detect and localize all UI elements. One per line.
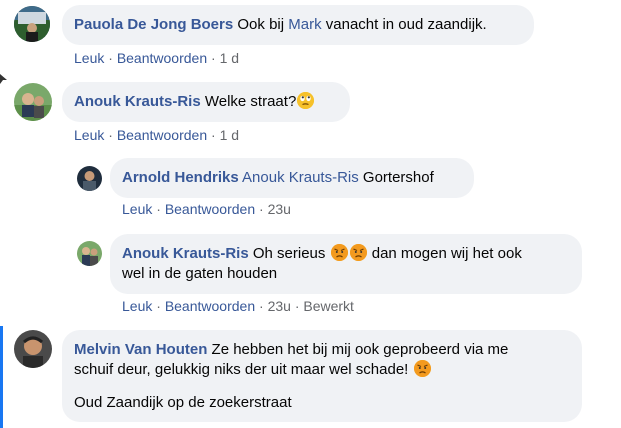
comment-author[interactable]: Anouk Krauts-Ris	[122, 245, 249, 262]
avatar[interactable]	[14, 6, 50, 42]
mention-link[interactable]: Anouk Krauts-Ris	[242, 169, 359, 186]
reply-link[interactable]: Beantwoorden	[117, 50, 207, 66]
angry-emoji	[413, 360, 431, 377]
reply-bubble: Arnold Hendriks Anouk Krauts-Ris Gorters…	[110, 158, 474, 198]
comment-actions: Leuk · Beantwoorden · 23u · Bewerkt	[122, 298, 354, 314]
reply-link[interactable]: Beantwoorden	[165, 298, 255, 314]
comment-author[interactable]: Anouk Krauts-Ris	[74, 93, 201, 110]
comment-timestamp[interactable]: 23u	[268, 298, 291, 314]
comment-actions: Leuk · Beantwoorden · 1 d	[74, 127, 240, 143]
comment-bubble: Melvin Van Houten Ze hebben het bij mij …	[62, 330, 582, 422]
reply-link[interactable]: Beantwoorden	[165, 201, 255, 217]
highlight-bar	[0, 326, 3, 428]
avatar[interactable]	[77, 241, 102, 266]
comment-actions: Leuk · Beantwoorden · 23u	[122, 201, 291, 217]
avatar[interactable]	[14, 83, 52, 121]
comment-timestamp[interactable]: 1 d	[220, 50, 239, 66]
avatar[interactable]	[14, 330, 52, 368]
like-link[interactable]: Leuk	[74, 127, 104, 143]
comment-timestamp[interactable]: 23u	[268, 201, 291, 217]
mention-link[interactable]: Mark	[288, 16, 321, 33]
edited-label[interactable]: Bewerkt	[303, 298, 354, 314]
angry-emoji	[349, 244, 367, 261]
reply-bubble: Anouk Krauts-Ris Oh serieus dan mogen wi…	[110, 234, 582, 294]
comment-text: Gortershof	[358, 169, 434, 186]
comment-paragraph: Oud Zaandijk op de zoekerstraat	[74, 394, 292, 411]
comment-author[interactable]: Arnold Hendriks	[122, 169, 239, 186]
comment-actions: Leuk · Beantwoorden · 1 d	[74, 50, 240, 66]
rolling-eyes-emoji	[297, 92, 315, 109]
comment-text: Ook bij Mark vanacht in oud zaandijk.	[237, 16, 487, 33]
avatar[interactable]	[77, 166, 102, 191]
reply-link[interactable]: Beantwoorden	[117, 127, 207, 143]
comment-author[interactable]: Melvin Van Houten	[74, 341, 207, 358]
angry-emoji	[330, 244, 348, 261]
like-link[interactable]: Leuk	[122, 201, 152, 217]
comment-author[interactable]: Pauola De Jong Boers	[74, 16, 233, 33]
like-link[interactable]: Leuk	[74, 50, 104, 66]
comment-text: Welke straat?	[204, 93, 297, 110]
like-link[interactable]: Leuk	[122, 298, 152, 314]
comment-bubble: Pauola De Jong Boers Ook bij Mark vanach…	[62, 5, 534, 45]
mouse-cursor-icon	[0, 74, 7, 84]
comment-bubble: Anouk Krauts-Ris Welke straat?	[62, 82, 350, 122]
comment-timestamp[interactable]: 1 d	[220, 127, 239, 143]
